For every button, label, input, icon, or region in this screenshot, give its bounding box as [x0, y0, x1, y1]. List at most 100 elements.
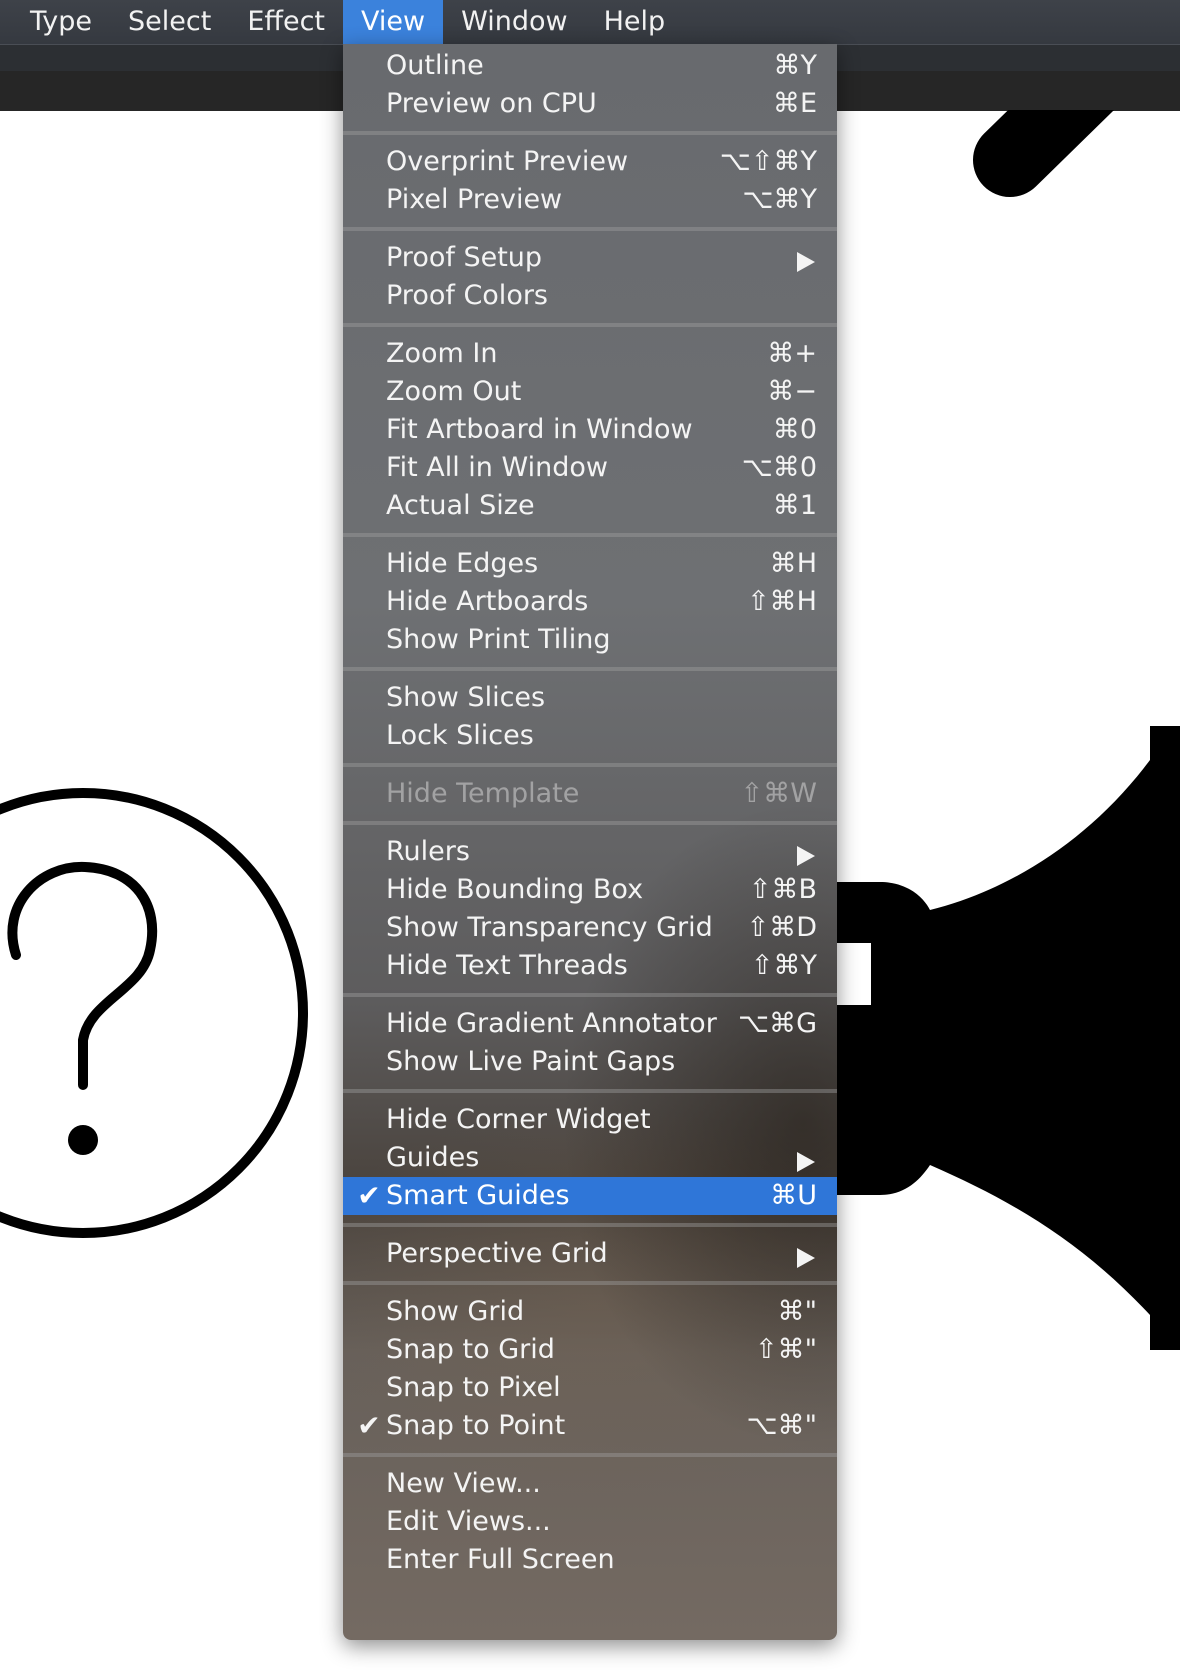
menu-item-guides[interactable]: Guides: [343, 1139, 837, 1177]
menu-item-zoom-out[interactable]: Zoom Out ⌘−: [343, 373, 837, 411]
menu-item-label: Actual Size: [386, 490, 535, 521]
menu-group: New View... Edit Views... Enter Full Scree…: [343, 1462, 837, 1582]
menubar-item-effect[interactable]: Effect: [229, 0, 343, 44]
menu-item-label: Hide Edges: [386, 548, 539, 579]
menu-group: Show Slices Lock Slices: [343, 676, 837, 758]
menu-item-edit-views[interactable]: Edit Views...: [343, 1503, 837, 1541]
menu-item-snap-to-grid[interactable]: Snap to Grid ⇧⌘": [343, 1331, 837, 1369]
menu-item-new-view[interactable]: New View...: [343, 1465, 837, 1503]
menu-item-show-live-paint-gaps[interactable]: Show Live Paint Gaps: [343, 1043, 837, 1081]
pen-stroke-shape[interactable]: [973, 110, 1115, 197]
menu-item-label: Enter Full Screen: [386, 1544, 615, 1575]
menu-item-rulers[interactable]: Rulers: [343, 833, 837, 871]
menu-item-label: Hide Text Threads: [386, 950, 628, 981]
submenu-arrow-icon: [797, 846, 815, 866]
menu-item-label: Preview on CPU: [386, 88, 597, 119]
menubar-item-select[interactable]: Select: [110, 0, 229, 44]
menu-item-proof-setup[interactable]: Proof Setup: [343, 239, 837, 277]
menu-group: Hide Template ⇧⌘W: [343, 772, 837, 816]
submenu-arrow-icon: [797, 252, 815, 272]
menu-item-hide-text-threads[interactable]: Hide Text Threads ⇧⌘Y: [343, 947, 837, 985]
menu-item-shortcut: ⌥⌘": [746, 1410, 817, 1441]
menu-item-outline[interactable]: Outline ⌘Y: [343, 47, 837, 85]
menu-item-shortcut: ⇧⌘D: [746, 912, 817, 943]
menu-item-label: Overprint Preview: [386, 146, 629, 177]
menu-item-shortcut: ⌘": [777, 1296, 817, 1327]
menu-item-label: Snap to Point: [386, 1410, 566, 1441]
menu-item-shortcut: ⌥⌘G: [737, 1008, 817, 1039]
menubar-item-view[interactable]: View: [343, 0, 444, 44]
menu-item-proof-colors[interactable]: Proof Colors: [343, 277, 837, 315]
menu-item-label: Zoom In: [386, 338, 498, 369]
menu-item-shortcut: ⌘E: [772, 88, 817, 119]
menu-group: Zoom In ⌘+ Zoom Out ⌘− Fit Artboard in Windo…: [343, 332, 837, 528]
menu-item-hide-edges[interactable]: Hide Edges ⌘H: [343, 545, 837, 583]
menu-separator: [343, 1223, 837, 1227]
menu-item-actual-size[interactable]: Actual Size ⌘1: [343, 487, 837, 525]
menu-item-label: Show Live Paint Gaps: [386, 1046, 676, 1077]
menu-item-shortcut: ⌘1: [772, 490, 817, 521]
menu-item-label: Edit Views...: [386, 1506, 551, 1537]
menu-group: Overprint Preview ⌥⇧⌘Y Pixel Preview ⌥⌘Y: [343, 140, 837, 222]
menu-item-smart-guides[interactable]: ✔ Smart Guides ⌘U: [343, 1177, 837, 1215]
menu-item-label: Rulers: [386, 836, 470, 867]
menu-group: Outline ⌘Y Preview on CPU ⌘E: [343, 44, 837, 126]
menu-separator: [343, 227, 837, 231]
menu-item-preview-on-cpu[interactable]: Preview on CPU ⌘E: [343, 85, 837, 123]
menu-item-zoom-in[interactable]: Zoom In ⌘+: [343, 335, 837, 373]
menubar-item-type[interactable]: Type: [0, 0, 110, 44]
menu-item-perspective-grid[interactable]: Perspective Grid: [343, 1235, 837, 1273]
menu-separator: [343, 533, 837, 537]
menu-item-snap-to-pixel[interactable]: Snap to Pixel: [343, 1369, 837, 1407]
menu-item-label: Pixel Preview: [386, 184, 563, 215]
menubar-item-window[interactable]: Window: [443, 0, 585, 44]
menu-item-shortcut: ⌘U: [770, 1180, 817, 1211]
menu-item-label: Snap to Pixel: [386, 1372, 561, 1403]
menu-item-show-print-tiling[interactable]: Show Print Tiling: [343, 621, 837, 659]
menu-item-show-grid[interactable]: Show Grid ⌘": [343, 1293, 837, 1331]
menu-item-label: Show Slices: [386, 682, 546, 713]
menu-item-label: Outline: [386, 50, 484, 81]
menu-item-label: Snap to Grid: [386, 1334, 555, 1365]
menu-group: Hide Edges ⌘H Hide Artboards ⇧⌘H Show Print …: [343, 542, 837, 662]
menu-separator: [343, 323, 837, 327]
menu-item-shortcut: ⇧⌘H: [747, 586, 817, 617]
menu-item-show-slices[interactable]: Show Slices: [343, 679, 837, 717]
menu-group: Perspective Grid: [343, 1232, 837, 1276]
menu-item-label: Hide Gradient Annotator: [386, 1008, 717, 1039]
menu-item-snap-to-point[interactable]: ✔ Snap to Point ⌥⌘": [343, 1407, 837, 1445]
menu-item-lock-slices[interactable]: Lock Slices: [343, 717, 837, 755]
menu-item-overprint-preview[interactable]: Overprint Preview ⌥⇧⌘Y: [343, 143, 837, 181]
menu-item-fit-all-in-window[interactable]: Fit All in Window ⌥⌘0: [343, 449, 837, 487]
submenu-arrow-icon: [797, 1248, 815, 1268]
menu-item-show-transparency-grid[interactable]: Show Transparency Grid ⇧⌘D: [343, 909, 837, 947]
menu-separator: [343, 1089, 837, 1093]
menu-item-label: Show Print Tiling: [386, 624, 611, 655]
menu-item-hide-gradient-annotator[interactable]: Hide Gradient Annotator ⌥⌘G: [343, 1005, 837, 1043]
menu-item-hide-template: Hide Template ⇧⌘W: [343, 775, 837, 813]
menu-separator: [343, 1453, 837, 1457]
menu-item-pixel-preview[interactable]: Pixel Preview ⌥⌘Y: [343, 181, 837, 219]
menu-item-fit-artboard-in-window[interactable]: Fit Artboard in Window ⌘0: [343, 411, 837, 449]
menu-item-shortcut: ⌥⌘Y: [742, 184, 817, 215]
checkmark-icon: ✔: [357, 1409, 381, 1442]
menu-item-label: New View...: [386, 1468, 541, 1499]
menu-separator: [343, 763, 837, 767]
menu-group: Rulers Hide Bounding Box ⇧⌘B Show Transpare…: [343, 830, 837, 988]
menu-item-hide-bounding-box[interactable]: Hide Bounding Box ⇧⌘B: [343, 871, 837, 909]
menu-item-hide-artboards[interactable]: Hide Artboards ⇧⌘H: [343, 583, 837, 621]
menu-item-label: Smart Guides: [386, 1180, 570, 1211]
menu-item-enter-full-screen[interactable]: Enter Full Screen: [343, 1541, 837, 1579]
menu-item-label: Perspective Grid: [386, 1238, 608, 1269]
question-circle-icon[interactable]: [0, 788, 308, 1238]
submenu-arrow-icon: [797, 1152, 815, 1172]
megaphone-icon[interactable]: [837, 726, 1180, 1350]
menu-item-shortcut: ⌘Y: [773, 50, 818, 81]
menu-item-shortcut: ⌥⇧⌘Y: [719, 146, 817, 177]
menu-item-shortcut: ⇧⌘": [754, 1334, 817, 1365]
menubar-item-help[interactable]: Help: [586, 0, 684, 44]
menu-item-label: Hide Bounding Box: [386, 874, 644, 905]
menu-item-label: Show Transparency Grid: [386, 912, 713, 943]
menu-item-hide-corner-widget[interactable]: Hide Corner Widget: [343, 1101, 837, 1139]
menu-item-label: Hide Artboards: [386, 586, 589, 617]
